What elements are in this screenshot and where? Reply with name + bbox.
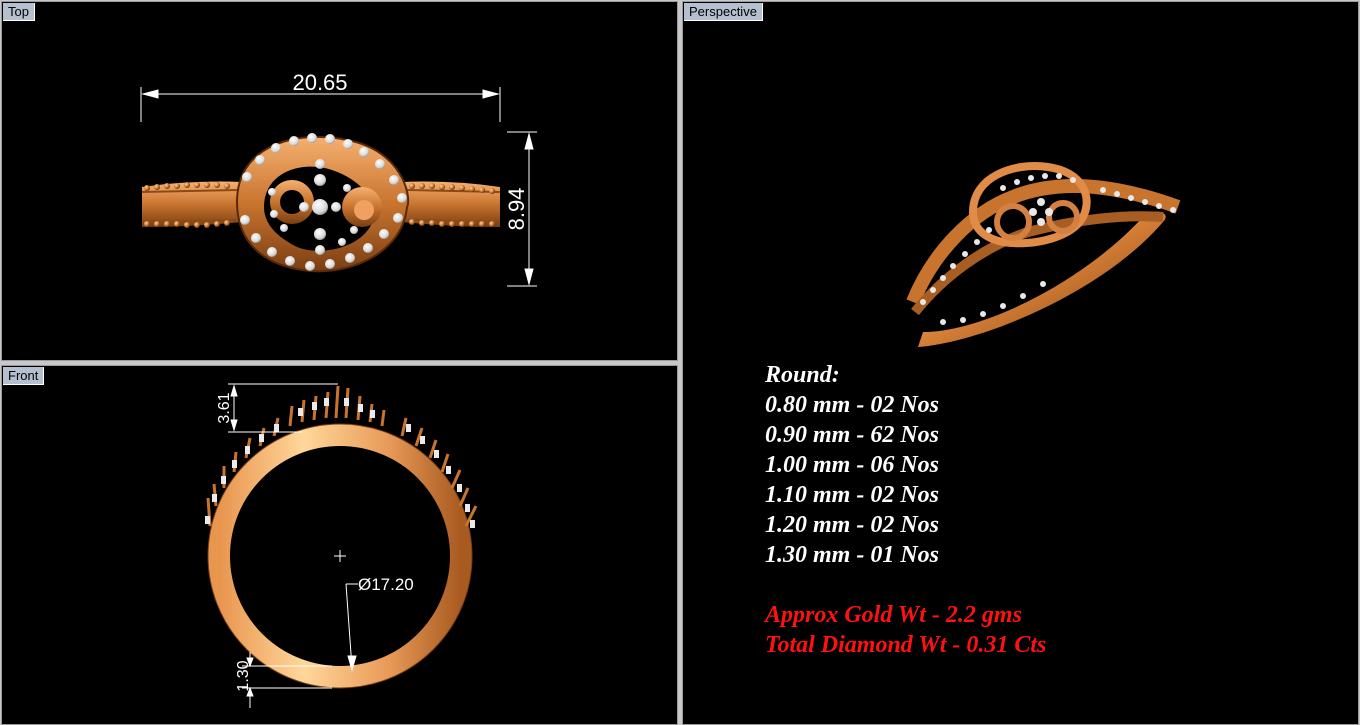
top-view-scene: 20.65 8.94 [140,70,537,287]
band-thickness-label: 1.30 [235,660,252,691]
top-height-label: 3.61 [216,392,233,423]
height-dimension-label: 8.94 [504,188,529,231]
stone-specification: Round: 0.80 mm - 02 Nos 0.90 mm - 62 Nos… [765,360,1046,660]
gold-weight: Approx Gold Wt - 2.2 gms [765,602,1022,628]
top-viewport[interactable]: Top 20.65 8.94 [1,1,678,361]
spec-row: 1.00 mm - 06 Nos [765,452,939,478]
front-view-scene: Ø17.20 3.61 1.30 [205,383,478,708]
perspective-viewport[interactable]: Perspective Round: 0.80 mm - 02 Nos 0.90… [682,1,1359,725]
spec-row: 1.10 mm - 02 Nos [765,482,939,508]
spec-row: 0.90 mm - 62 Nos [765,422,939,448]
ring-perspective [906,162,1181,347]
width-dimension-label: 20.65 [292,70,347,95]
spec-row: 1.30 mm - 01 Nos [765,542,939,568]
diameter-label: Ø17.20 [358,575,414,594]
front-diamonds [205,398,475,528]
spec-heading: Round: [765,362,840,388]
front-viewport[interactable]: Front Ø17.20 3.61 1.30 [1,365,678,725]
spec-row: 1.20 mm - 02 Nos [765,512,939,538]
center-crosshair [334,550,346,562]
diameter-leader [345,583,358,672]
spec-row: 0.80 mm - 02 Nos [765,392,939,418]
diamond-weight: Total Diamond Wt - 0.31 Cts [765,632,1047,658]
